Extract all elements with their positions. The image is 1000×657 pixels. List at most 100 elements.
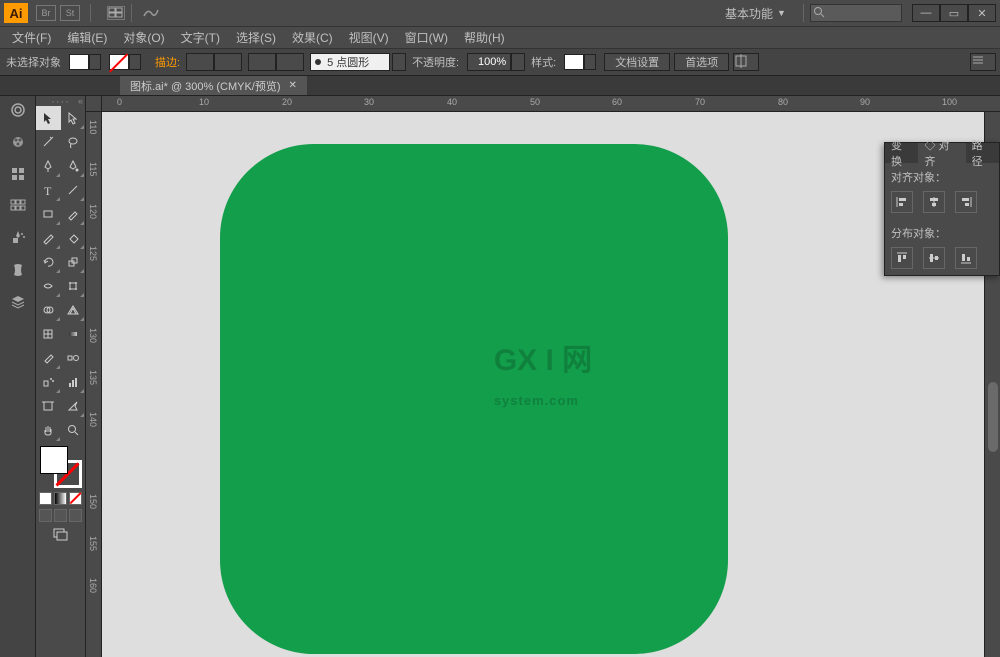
draw-inside[interactable] xyxy=(69,509,82,522)
ruler-origin[interactable] xyxy=(86,96,102,112)
stroke-width-dropdown[interactable] xyxy=(276,53,304,71)
gpu-icon[interactable] xyxy=(142,6,160,20)
control-menu-icon[interactable] xyxy=(970,53,996,71)
fill-dropdown[interactable] xyxy=(89,54,101,70)
document-tab[interactable]: 图标.ai* @ 300% (CMYK/预览) ✕ xyxy=(120,76,307,95)
rounded-rectangle-artwork[interactable] xyxy=(220,144,728,654)
column-graph-tool[interactable] xyxy=(61,370,86,394)
distribute-top-icon[interactable] xyxy=(891,247,913,269)
workspace-switcher[interactable]: 基本功能 xyxy=(725,5,773,22)
pathfinder-tab[interactable]: 路径 xyxy=(966,143,999,163)
none-mode[interactable] xyxy=(69,492,82,505)
distribute-vcenter-icon[interactable] xyxy=(923,247,945,269)
stroke-width-profile[interactable] xyxy=(248,53,276,71)
rotate-tool[interactable] xyxy=(36,250,61,274)
scale-tool[interactable] xyxy=(61,250,86,274)
stroke-dropdown[interactable] xyxy=(129,54,141,70)
opacity-dropdown[interactable] xyxy=(511,53,525,71)
arrange-docs-icon[interactable] xyxy=(107,6,125,20)
slice-tool[interactable] xyxy=(61,394,86,418)
tab-close-icon[interactable]: ✕ xyxy=(289,80,297,91)
shape-builder-tool[interactable] xyxy=(36,298,61,322)
brush-definition[interactable]: 5 点圆形 xyxy=(310,53,390,71)
hand-tool[interactable] xyxy=(36,418,61,442)
stroke-swatch[interactable] xyxy=(109,54,129,70)
draw-behind[interactable] xyxy=(54,509,67,522)
symbol-sprayer-icon[interactable] xyxy=(8,228,28,248)
app-logo: Ai xyxy=(4,3,28,23)
style-dropdown[interactable] xyxy=(584,54,596,70)
blend-tool[interactable] xyxy=(61,346,86,370)
layers-icon[interactable] xyxy=(8,292,28,312)
fill-swatch[interactable] xyxy=(69,54,89,70)
brushes-icon[interactable] xyxy=(8,196,28,216)
align-hcenter-icon[interactable] xyxy=(923,191,945,213)
cc-libraries-icon[interactable] xyxy=(8,100,28,120)
line-tool[interactable] xyxy=(61,178,86,202)
curvature-tool[interactable] xyxy=(61,154,86,178)
fill-indicator[interactable] xyxy=(40,446,68,474)
perspective-grid-tool[interactable] xyxy=(61,298,86,322)
menu-help[interactable]: 帮助(H) xyxy=(456,29,513,46)
selection-tool[interactable] xyxy=(36,106,61,130)
ruler-horizontal[interactable]: 0 10 20 30 40 50 60 70 80 90 100 xyxy=(102,96,1000,112)
opacity-input[interactable]: 100% xyxy=(467,53,511,71)
screen-mode[interactable] xyxy=(36,527,85,541)
menu-select[interactable]: 选择(S) xyxy=(228,29,284,46)
menu-type[interactable]: 文字(T) xyxy=(173,29,228,46)
search-input[interactable] xyxy=(810,4,902,22)
stroke-weight-dropdown[interactable] xyxy=(214,53,242,71)
canvas[interactable]: GX I 网 system.com xyxy=(102,112,984,657)
document-setup-button[interactable]: 文档设置 xyxy=(604,53,670,71)
free-transform-tool[interactable] xyxy=(61,274,86,298)
collapse-icon[interactable]: « xyxy=(78,96,83,106)
pen-tool[interactable] xyxy=(36,154,61,178)
paintbrush-tool[interactable] xyxy=(61,202,86,226)
gradient-mode[interactable] xyxy=(54,492,67,505)
eyedropper-tool[interactable] xyxy=(36,346,61,370)
swatches-icon[interactable] xyxy=(8,164,28,184)
menu-edit[interactable]: 编辑(E) xyxy=(59,29,115,46)
fill-stroke-indicator[interactable] xyxy=(40,446,82,488)
color-icon[interactable] xyxy=(8,132,28,152)
symbols-icon[interactable] xyxy=(8,260,28,280)
zoom-tool[interactable] xyxy=(61,418,86,442)
artboard-tool[interactable] xyxy=(36,394,61,418)
align-tab[interactable]: ◇ 对齐 xyxy=(918,143,965,163)
menu-file[interactable]: 文件(F) xyxy=(4,29,59,46)
draw-normal[interactable] xyxy=(39,509,52,522)
workspace-arrow-icon[interactable]: ▼ xyxy=(777,8,789,18)
pencil-tool[interactable] xyxy=(36,226,61,250)
stock-icon[interactable]: St xyxy=(60,5,80,21)
ruler-vertical[interactable]: 110 115 120 125 130 135 140 150 155 160 xyxy=(86,112,102,657)
symbol-sprayer-tool[interactable] xyxy=(36,370,61,394)
align-left-icon[interactable] xyxy=(891,191,913,213)
width-tool[interactable] xyxy=(36,274,61,298)
menu-window[interactable]: 窗口(W) xyxy=(397,29,456,46)
preferences-button[interactable]: 首选项 xyxy=(674,53,729,71)
stroke-weight-stepper[interactable] xyxy=(186,53,214,71)
transform-tab[interactable]: 变换 xyxy=(885,143,918,163)
magic-wand-tool[interactable] xyxy=(36,130,61,154)
menu-object[interactable]: 对象(O) xyxy=(115,29,172,46)
menu-view[interactable]: 视图(V) xyxy=(341,29,397,46)
lasso-tool[interactable] xyxy=(61,130,86,154)
close-button[interactable]: ✕ xyxy=(968,4,996,22)
align-right-icon[interactable] xyxy=(955,191,977,213)
color-mode[interactable] xyxy=(39,492,52,505)
bridge-icon[interactable]: Br xyxy=(36,5,56,21)
style-swatch[interactable] xyxy=(564,54,584,70)
maximize-button[interactable]: ▭ xyxy=(940,4,968,22)
brush-dropdown[interactable] xyxy=(392,53,406,71)
mesh-tool[interactable] xyxy=(36,322,61,346)
minimize-button[interactable]: — xyxy=(912,4,940,22)
gradient-tool[interactable] xyxy=(61,322,86,346)
scroll-thumb[interactable] xyxy=(988,382,998,452)
rectangle-tool[interactable] xyxy=(36,202,61,226)
align-artboard-icon[interactable] xyxy=(733,53,759,71)
direct-selection-tool[interactable] xyxy=(61,106,86,130)
type-tool[interactable]: T xyxy=(36,178,61,202)
eraser-tool[interactable] xyxy=(61,226,86,250)
menu-effect[interactable]: 效果(C) xyxy=(284,29,341,46)
distribute-bottom-icon[interactable] xyxy=(955,247,977,269)
